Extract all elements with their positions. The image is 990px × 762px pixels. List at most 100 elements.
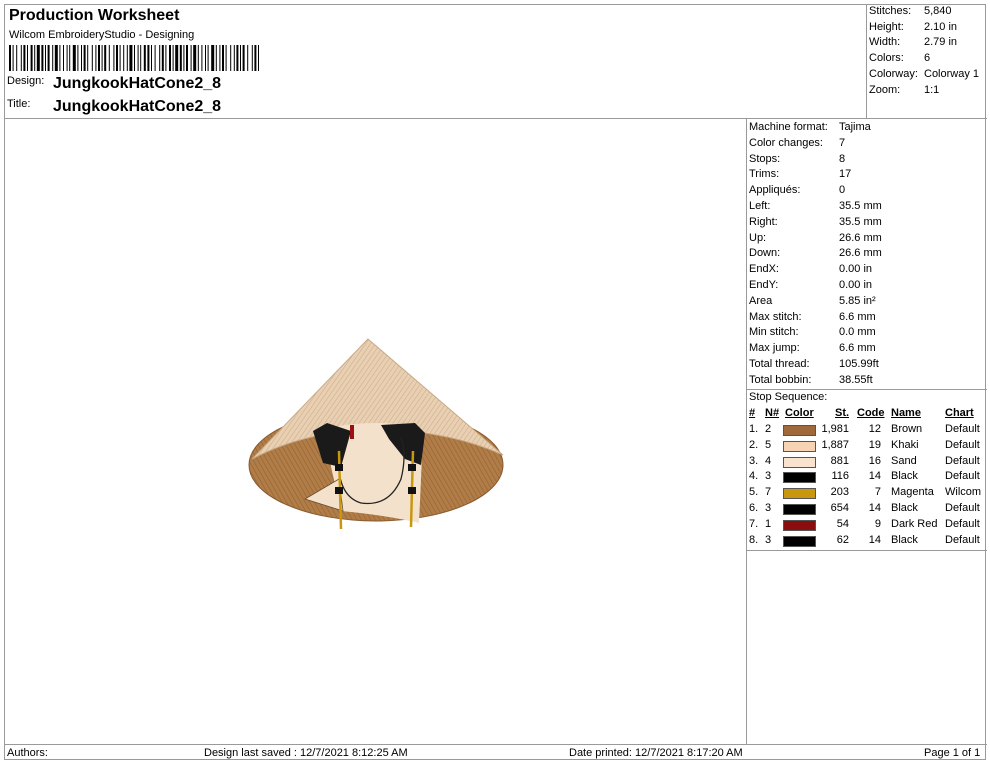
color-swatch <box>783 472 816 484</box>
stop-sequence-header: # N# Color St. Code Name Chart <box>747 407 987 423</box>
stop-cell-num: 7. <box>749 517 759 530</box>
column-header-code: Code <box>857 407 885 419</box>
stop-cell-chart: Default <box>945 454 980 467</box>
date-printed-text: Date printed: 12/7/2021 8:17:20 AM <box>569 747 743 759</box>
embroidery-design-image <box>248 338 504 530</box>
app-subtitle: Wilcom EmbroideryStudio - Designing <box>9 29 195 41</box>
info-value: 35.5 mm <box>839 215 882 228</box>
stop-cell-name: Black <box>891 470 918 483</box>
info-label: Machine format: <box>749 121 828 133</box>
stop-cell-n: 3 <box>765 533 772 546</box>
info-value: 17 <box>839 168 852 181</box>
stop-cell-chart: Wilcom <box>945 486 982 499</box>
stop-cell-st: 1,981 <box>821 423 849 435</box>
design-preview <box>5 119 747 744</box>
stop-row: 3. 4 881 16 Sand Default <box>747 455 987 471</box>
stop-cell-n: 5 <box>765 438 772 451</box>
stop-cell-num: 3. <box>749 454 759 467</box>
stop-cell-code: 14 <box>868 502 881 514</box>
info-value: 6.6 mm <box>839 342 876 355</box>
worksheet: Production Worksheet Wilcom EmbroiderySt… <box>4 4 987 761</box>
stop-cell-code: 12 <box>868 423 881 435</box>
stop-cell-st: 881 <box>830 454 849 467</box>
stop-cell-chart: Default <box>945 502 980 514</box>
info-value: 5.85 in² <box>839 294 876 307</box>
info-value: 7 <box>839 136 846 149</box>
stop-cell-code: 14 <box>868 533 881 546</box>
info-label: Min stitch: <box>749 326 799 339</box>
stop-cell-name: Black <box>891 502 918 514</box>
info-label: EndX: <box>749 263 779 276</box>
stop-cell-num: 1. <box>749 423 759 435</box>
info-value: 38.55ft <box>839 373 873 386</box>
info-label: Trims: <box>749 168 780 181</box>
stop-cell-n: 3 <box>765 502 772 514</box>
column-header-color: Color <box>785 407 814 419</box>
worksheet-footer: Authors: Design last saved : 12/7/2021 8… <box>5 744 987 761</box>
stop-cell-name: Dark Red <box>891 517 938 530</box>
stop-cell-num: 8. <box>749 533 759 546</box>
column-header-st: St. <box>835 407 850 419</box>
stop-cell-st: 54 <box>836 517 849 530</box>
stop-table-bottom-border <box>747 550 987 551</box>
barcode-image <box>9 45 259 71</box>
info-label: Stops: <box>749 152 781 165</box>
column-header-n: N# <box>765 407 780 419</box>
page-title: Production Worksheet <box>9 7 180 24</box>
color-swatch <box>783 504 816 515</box>
stop-row: 6. 3 654 14 Black Default <box>747 502 987 518</box>
stop-row: 8. 3 62 14 Black Default <box>747 534 987 550</box>
stop-row: 5. 7 203 7 Magenta Wilcom <box>747 486 987 502</box>
stop-cell-name: Sand <box>891 454 917 467</box>
stop-cell-st: 116 <box>831 470 849 483</box>
stop-cell-code: 19 <box>868 438 881 451</box>
info-label: Right: <box>749 215 778 228</box>
stop-cell-chart: Default <box>945 438 980 451</box>
stop-cell-chart: Default <box>945 533 980 546</box>
info-label: Max stitch: <box>749 310 802 323</box>
column-header-num: # <box>749 407 756 419</box>
info-label: Down: <box>749 247 781 260</box>
info-value: 105.99ft <box>839 358 879 370</box>
authors-label: Authors: <box>7 747 48 759</box>
column-header-name: Name <box>891 407 921 419</box>
stop-cell-num: 5. <box>749 486 759 499</box>
design-label: Design: <box>7 75 45 87</box>
info-value: Tajima <box>839 121 871 133</box>
stop-cell-chart: Default <box>945 517 980 530</box>
info-label: Max jump: <box>749 342 800 355</box>
title-label: Title: <box>7 98 31 110</box>
stop-cell-chart: Default <box>945 423 980 435</box>
stop-cell-n: 1 <box>765 517 772 530</box>
stop-cell-num: 2. <box>749 438 759 451</box>
stop-cell-name: Khaki <box>891 438 919 451</box>
stop-cell-n: 7 <box>765 486 772 499</box>
info-value: 0.00 in <box>839 279 873 291</box>
page-number: Page 1 of 1 <box>924 747 981 759</box>
info-label: Area <box>749 294 773 307</box>
stop-cell-st: 62 <box>836 533 849 546</box>
stop-cell-name: Black <box>891 533 918 546</box>
info-label: Appliqués: <box>749 184 801 197</box>
stop-cell-code: 7 <box>874 486 881 499</box>
info-label: Up: <box>749 231 767 244</box>
stats-panel: Stitches: 5,840 Height: 2.10 in Width: 2.79… <box>867 5 987 119</box>
stop-cell-code: 9 <box>874 517 881 530</box>
stop-cell-num: 4. <box>749 470 759 483</box>
info-value: 26.6 mm <box>839 231 882 244</box>
info-value: 0 <box>839 184 846 197</box>
stop-row: 7. 1 54 9 Dark Red Default <box>747 518 987 534</box>
info-label: Total thread: <box>749 358 810 370</box>
stop-cell-num: 6. <box>749 502 759 514</box>
info-label: Left: <box>749 200 771 212</box>
color-swatch <box>783 456 816 468</box>
info-label: EndY: <box>749 279 779 291</box>
stop-row: 2. 5 1,887 19 Khaki Default <box>747 439 987 455</box>
worksheet-header: Production Worksheet Wilcom EmbroiderySt… <box>5 5 867 119</box>
stop-cell-st: 1,887 <box>821 438 849 451</box>
info-value: 6.6 mm <box>839 310 876 323</box>
info-value: 26.6 mm <box>839 247 882 260</box>
stop-row: 1. 2 1,981 12 Brown Default <box>747 423 987 439</box>
title-value: JungkookHatCone2_8 <box>53 98 222 115</box>
color-swatch <box>783 535 816 547</box>
